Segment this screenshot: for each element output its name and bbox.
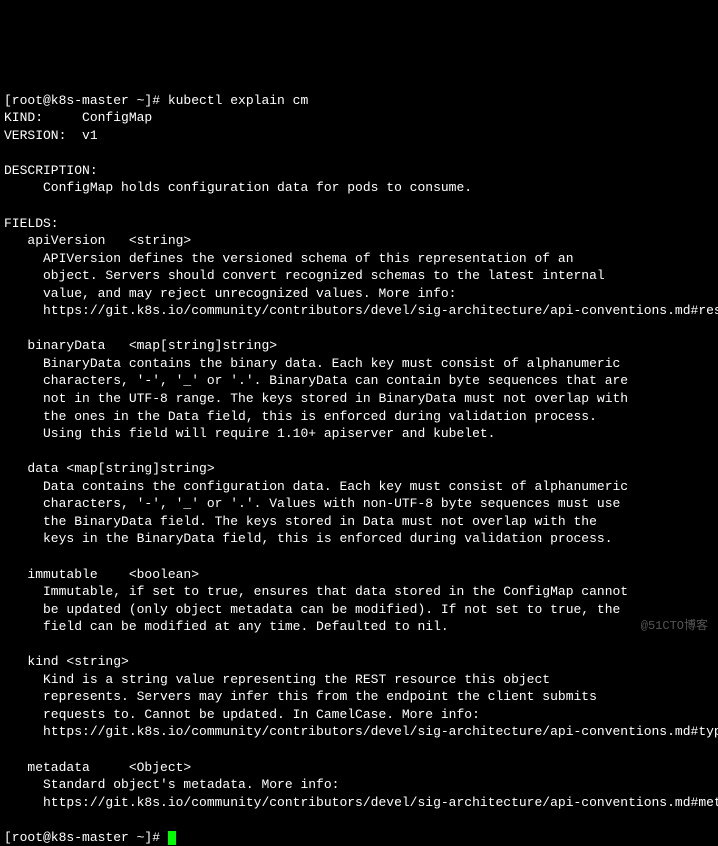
terminal-output[interactable]: [root@k8s-master ~]# kubectl explain cm … (4, 74, 714, 718)
field-kind-head: kind <string> (4, 654, 129, 669)
field-apiversion-desc: APIVersion defines the versioned schema … (4, 251, 574, 266)
description-header: DESCRIPTION: (4, 163, 98, 178)
field-data-desc: Data contains the configuration data. Ea… (4, 479, 628, 494)
field-immutable-head: immutable <boolean> (4, 567, 199, 582)
field-immutable-desc: Immutable, if set to true, ensures that … (4, 584, 628, 599)
field-binarydata-desc: the ones in the Data field, this is enfo… (4, 409, 597, 424)
field-binarydata-head: binaryData <map[string]string> (4, 338, 277, 353)
version-line: VERSION: v1 (4, 128, 98, 143)
field-metadata-desc: Standard object's metadata. More info: (4, 777, 339, 792)
field-kind-desc: requests to. Cannot be updated. In Camel… (4, 707, 480, 722)
field-immutable-desc: be updated (only object metadata can be … (4, 602, 620, 617)
kind-line: KIND: ConfigMap (4, 110, 152, 125)
field-apiversion-head: apiVersion <string> (4, 233, 191, 248)
field-binarydata-desc: BinaryData contains the binary data. Eac… (4, 356, 620, 371)
field-kind-desc: represents. Servers may infer this from … (4, 689, 597, 704)
field-apiversion-desc: object. Servers should convert recognize… (4, 268, 605, 283)
field-data-desc: keys in the BinaryData field, this is en… (4, 531, 613, 546)
field-data-desc: the BinaryData field. The keys stored in… (4, 514, 597, 529)
shell-prompt: [root@k8s-master ~]# (4, 93, 168, 108)
command-text: kubectl explain cm (168, 93, 308, 108)
field-apiversion-desc: value, and may reject unrecognized value… (4, 286, 456, 301)
field-kind-desc: Kind is a string value representing the … (4, 672, 550, 687)
field-metadata-url: https://git.k8s.io/community/contributor… (4, 795, 718, 810)
field-data-desc: characters, '-', '_' or '.'. Values with… (4, 496, 620, 511)
field-apiversion-url: https://git.k8s.io/community/contributor… (4, 303, 718, 318)
field-binarydata-desc: characters, '-', '_' or '.'. BinaryData … (4, 373, 628, 388)
field-binarydata-desc: not in the UTF-8 range. The keys stored … (4, 391, 628, 406)
watermark-text: @51CTO博客 (641, 618, 708, 634)
shell-prompt: [root@k8s-master ~]# (4, 830, 168, 845)
field-kind-url: https://git.k8s.io/community/contributor… (4, 724, 718, 739)
field-data-head: data <map[string]string> (4, 461, 215, 476)
cursor-icon (168, 831, 176, 845)
field-immutable-desc: field can be modified at any time. Defau… (4, 619, 449, 634)
field-metadata-head: metadata <Object> (4, 760, 191, 775)
description-body: ConfigMap holds configuration data for p… (4, 180, 472, 195)
field-binarydata-desc: Using this field will require 1.10+ apis… (4, 426, 495, 441)
fields-header: FIELDS: (4, 216, 59, 231)
